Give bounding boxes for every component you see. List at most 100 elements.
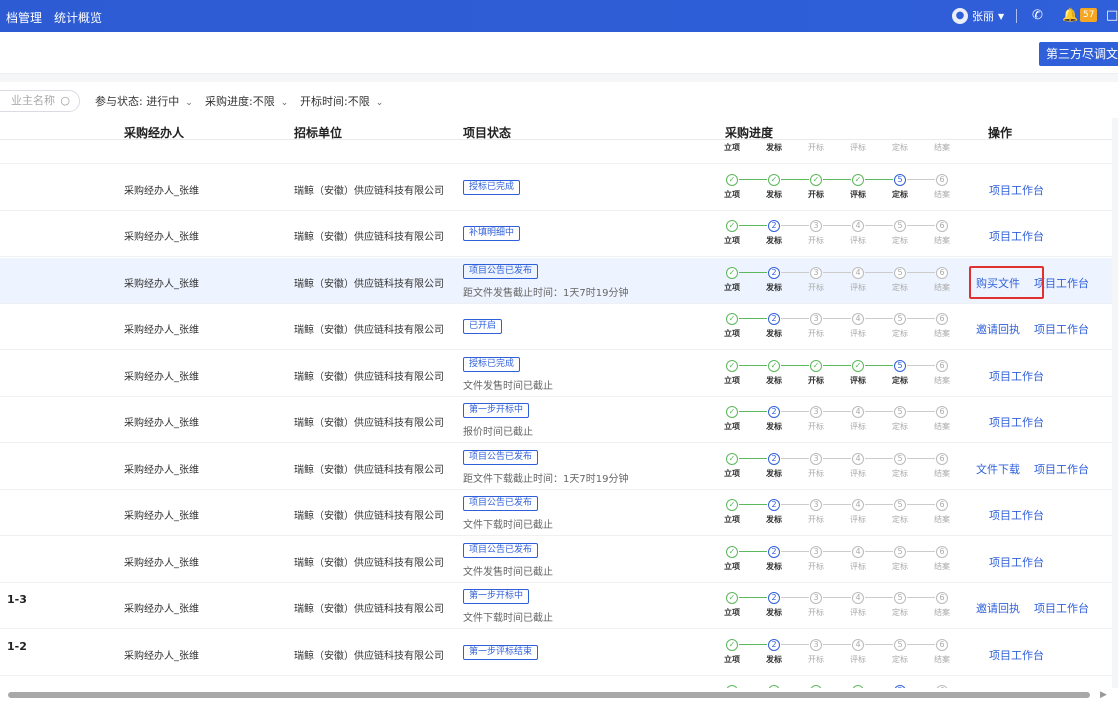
step-label: 发标 bbox=[766, 282, 782, 292]
check-icon: ✓ bbox=[852, 359, 864, 372]
step-number: 3 bbox=[810, 592, 822, 604]
step-label: 评标 bbox=[850, 654, 866, 664]
filter-procurement-progress[interactable]: 采购进度:不限 ⌄ bbox=[205, 93, 288, 109]
step-label: 定标 bbox=[892, 282, 908, 292]
row-action-link[interactable]: 项目工作台 bbox=[989, 228, 1044, 244]
nav-item-statistics[interactable]: 统计概览 bbox=[54, 9, 102, 26]
horizontal-scrollbar[interactable]: ▶ bbox=[0, 688, 1118, 702]
table-row[interactable]: 采购经办人_张维 瑞鲸（安徽）供应链科技有限公司 第一步开标中 报价时间已截止 ✓ 立项 2… bbox=[0, 397, 1112, 443]
stepper-connector bbox=[865, 225, 893, 226]
step-number: 4 bbox=[852, 638, 864, 651]
status-subtext: 距文件发售截止时间：1天7时19分钟 bbox=[463, 287, 629, 299]
step-label: 结案 bbox=[934, 422, 950, 431]
table-row[interactable]: 采购经办人_张维 瑞鲸（安徽）供应链科技有限公司 项目公告已发布 距文件发售截止时间：… bbox=[0, 257, 1112, 304]
step-label: 发标 bbox=[766, 189, 782, 199]
more-icon[interactable]: □ bbox=[1106, 8, 1118, 23]
nav-item-archive[interactable]: 档管理 bbox=[6, 9, 42, 26]
step-label: 结案 bbox=[934, 515, 950, 524]
row-action-link[interactable]: 项目工作台 bbox=[989, 182, 1044, 198]
step-label: 开标 bbox=[808, 282, 824, 292]
row-action-link[interactable]: 项目工作台 bbox=[989, 647, 1044, 663]
owner-search-input[interactable]: 业主名称 ○ bbox=[0, 90, 80, 112]
row-action-link[interactable]: 项目工作台 bbox=[989, 414, 1044, 430]
table-row[interactable]: ✓立项✓发标✓开标✓评标5定标6结案 bbox=[0, 676, 1112, 688]
step-label: 评标 bbox=[850, 236, 866, 245]
stepper-connector bbox=[823, 643, 851, 645]
filter-participation-status[interactable]: 参与状态: 进行中 ⌄ bbox=[95, 93, 193, 109]
check-icon: ✓ bbox=[852, 173, 864, 186]
row-action-link[interactable]: 项目工作台 bbox=[1034, 600, 1089, 616]
procurement-stepper: ✓ 立项 2 发标 3 开标 4 评标 5 定标 6 结案 bbox=[724, 452, 956, 483]
stepper-connector bbox=[865, 178, 893, 180]
table-row[interactable]: 1-3 采购经办人_张维 瑞鲸（安徽）供应链科技有限公司 第一步开标中 文件下载时间已截… bbox=[0, 583, 1112, 629]
action-bar: 第三方尽调文件 bbox=[0, 32, 1118, 74]
unit-cell: 瑞鲸（安徽）供应链科技有限公司 bbox=[294, 371, 444, 383]
filter-label: 参与状态: 进行中 bbox=[95, 95, 180, 108]
step-label: 发标 bbox=[766, 468, 782, 478]
step-label: 立项 bbox=[724, 282, 740, 292]
status-subtext: 文件下载时间已截止 bbox=[463, 520, 553, 531]
phone-icon[interactable]: ✆ bbox=[1032, 8, 1043, 23]
scrollbar-thumb[interactable] bbox=[8, 692, 1090, 698]
step-number: 4 bbox=[852, 545, 864, 558]
table-row[interactable]: 采购经办人_张维 瑞鲸（安徽）供应链科技有限公司 授标已完成 ✓ 立项 ✓ 发标 ✓ 开标 ✓ 评标… bbox=[0, 164, 1112, 211]
row-action-link[interactable]: 项目工作台 bbox=[1034, 461, 1089, 477]
step-label: 结案 bbox=[934, 608, 950, 617]
unit-cell: 瑞鲸（安徽）供应链科技有限公司 bbox=[294, 557, 444, 569]
row-action-link[interactable]: 项目工作台 bbox=[989, 368, 1044, 384]
table-row[interactable]: 采购经办人_张维 瑞鲸（安徽）供应链科技有限公司 项目公告已发布 文件下载时间已截止 ✓… bbox=[0, 490, 1112, 536]
procurement-stepper: ✓ 立项 2 发标 3 开标 4 评标 5 定标 6 结案 bbox=[724, 592, 956, 622]
row-action-link[interactable]: 邀请回执 bbox=[976, 321, 1020, 337]
user-menu[interactable]: ● 张丽 ▼ bbox=[952, 5, 1004, 27]
row-action-link[interactable]: 邀请回执 bbox=[976, 600, 1020, 616]
check-icon: ✓ bbox=[810, 173, 822, 186]
step-number: 3 bbox=[810, 220, 822, 232]
table-row[interactable]: 采购经办人_张维 瑞鲸（安徽）供应链科技有限公司 项目公告已发布 文件发售时间已截止 ✓… bbox=[0, 536, 1112, 583]
stepper-connector bbox=[781, 225, 809, 226]
stepper-connector bbox=[823, 457, 851, 459]
step-number: 5 bbox=[894, 592, 906, 604]
step-label: 开标 bbox=[808, 422, 824, 431]
table-row[interactable]: 采购经办人_张维 瑞鲸（安徽）供应链科技有限公司 项目公告已发布 距文件下载截止时间：… bbox=[0, 443, 1112, 490]
step-label: 评标 bbox=[850, 329, 866, 338]
unit-cell: 瑞鲸（安徽）供应链科技有限公司 bbox=[294, 185, 444, 197]
row-action-link[interactable]: 购买文件 bbox=[976, 275, 1020, 291]
agent-cell: 采购经办人_张维 bbox=[124, 650, 199, 662]
scroll-right-arrow-icon[interactable]: ▶ bbox=[1100, 690, 1107, 700]
chevron-down-icon: ⌄ bbox=[280, 98, 289, 108]
stepper-connector bbox=[823, 318, 851, 319]
unit-cell: 瑞鲸（安徽）供应链科技有限公司 bbox=[294, 650, 444, 662]
stepper-connector bbox=[781, 597, 809, 598]
filter-bid-opening-time[interactable]: 开标时间:不限 ⌄ bbox=[300, 93, 383, 109]
step-number: 5 bbox=[894, 499, 906, 511]
status-tag: 已开启 bbox=[463, 319, 503, 334]
row-action-link[interactable]: 文件下载 bbox=[976, 461, 1020, 477]
check-icon: ✓ bbox=[726, 359, 738, 372]
unit-cell: 瑞鲸（安徽）供应链科技有限公司 bbox=[294, 325, 444, 336]
unit-cell: 瑞鲸（安徽）供应链科技有限公司 bbox=[294, 511, 444, 522]
step-number: 6 bbox=[936, 592, 948, 604]
row-action-link[interactable]: 项目工作台 bbox=[1034, 321, 1089, 337]
row-action-link[interactable]: 项目工作台 bbox=[989, 554, 1044, 570]
step-label: 开标 bbox=[808, 608, 824, 617]
notification-badge: 57 bbox=[1080, 8, 1098, 22]
step-number: 3 bbox=[810, 266, 822, 279]
agent-cell: 采购经办人_张维 bbox=[124, 418, 199, 429]
stepper-connector bbox=[781, 504, 809, 505]
table-row[interactable]: 采购经办人_张维 瑞鲸（安徽）供应链科技有限公司 已开启 ✓ 立项 2 发标 3 开标 4 评标 5 定… bbox=[0, 304, 1112, 350]
table-row[interactable]: 采购经办人_张维 瑞鲸（安徽）供应链科技有限公司 补填明细中 ✓ 立项 2 发标 3 开标 4 评标… bbox=[0, 211, 1112, 257]
row-action-link[interactable]: 项目工作台 bbox=[1034, 275, 1089, 291]
stepper-connector bbox=[781, 318, 809, 319]
third-party-diligence-button[interactable]: 第三方尽调文件 bbox=[1039, 42, 1118, 66]
stepper-connector bbox=[739, 457, 767, 459]
bell-icon[interactable]: 🔔 bbox=[1062, 8, 1078, 23]
agent-cell: 采购经办人_张维 bbox=[124, 604, 199, 615]
row-action-link[interactable]: 项目工作台 bbox=[989, 507, 1044, 523]
table-row[interactable]: 1-2 采购经办人_张维 瑞鲸（安徽）供应链科技有限公司 第一步评标结束 ✓ 立项 2 发标 3… bbox=[0, 629, 1112, 676]
chevron-down-icon: ⌄ bbox=[375, 98, 384, 108]
table-row[interactable]: 采购经办人_张维 瑞鲸（安徽）供应链科技有限公司 授标已完成 文件发售时间已截止 ✓ 立项… bbox=[0, 350, 1112, 397]
stepper-connector bbox=[739, 225, 767, 226]
step-number: 2 bbox=[768, 545, 780, 558]
stepper-connector bbox=[781, 457, 809, 459]
user-name: 张丽 bbox=[972, 10, 994, 23]
